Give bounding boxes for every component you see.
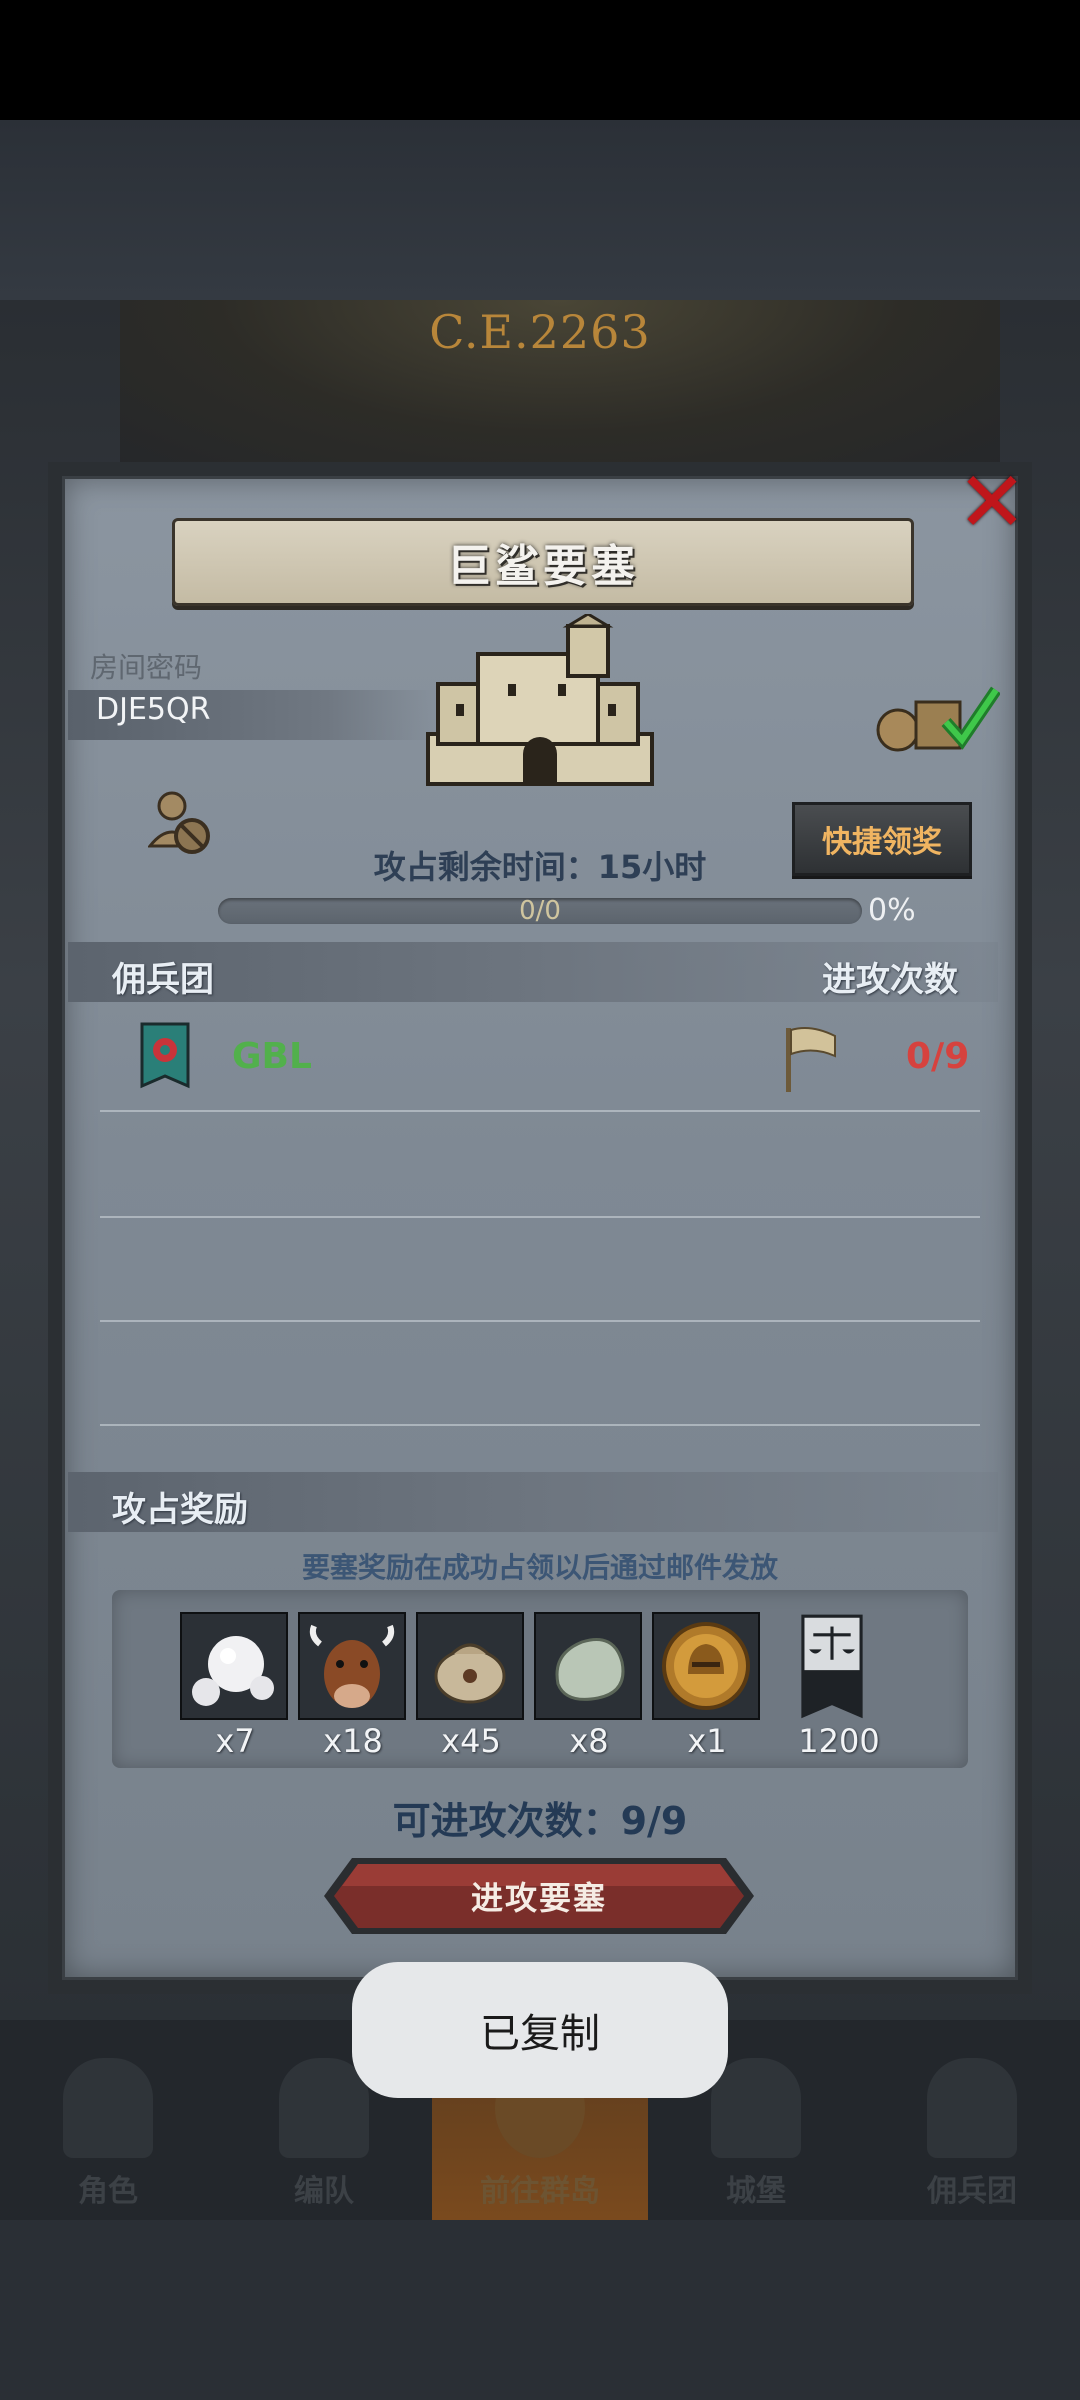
dialog-title: 巨鲨要塞 <box>447 541 639 592</box>
room-code[interactable]: DJE5QR <box>96 692 210 727</box>
bottom-background <box>0 2220 1080 2400</box>
reward-note: 要塞奖励在成功占领以后通过邮件发放 <box>301 1551 778 1584</box>
cow-icon <box>300 1614 404 1718</box>
justice-banner-icon <box>801 1614 863 1719</box>
reward-item-sack[interactable] <box>416 1612 524 1720</box>
pearl-icon <box>182 1614 286 1718</box>
nav-label: 佣兵团 <box>927 2174 1017 2209</box>
nav-label: 前往群岛 <box>480 2174 600 2209</box>
row-divider <box>100 1110 980 1112</box>
nav-item-guild[interactable]: 佣兵团 <box>864 2020 1080 2220</box>
castle-icon <box>711 2058 801 2158</box>
close-button[interactable]: ✕ <box>950 460 1034 544</box>
room-password-label: 房间密码 <box>90 651 203 684</box>
sack-check-icon <box>876 686 1000 752</box>
remaining-time: 攻占剩余时间：15小时 <box>373 848 707 886</box>
row-divider <box>100 1216 980 1218</box>
mercenary-icon <box>927 2058 1017 2158</box>
dialog-title-banner: 巨鲨要塞 <box>172 518 914 606</box>
reward-item-cow[interactable] <box>298 1612 406 1720</box>
helmet-icon <box>279 2058 369 2158</box>
reward-qty: x18 <box>323 1722 383 1760</box>
guild-banner-icon <box>140 1022 190 1089</box>
attack-fortress-label[interactable]: 进攻要塞 <box>322 1856 756 1936</box>
reward-qty: x7 <box>215 1722 255 1760</box>
nav-label: 城堡 <box>726 2174 786 2209</box>
row-divider <box>100 1424 980 1426</box>
flag-icon <box>786 1027 836 1092</box>
background-upper <box>0 120 1080 300</box>
reward-header: 攻占奖励 <box>112 1490 248 1530</box>
castle-icon <box>426 614 654 786</box>
guild-header: 佣兵团 <box>112 960 214 1000</box>
sack-icon <box>418 1614 522 1718</box>
progress-text: 0/0 <box>519 896 561 926</box>
reward-qty: 1200 <box>798 1722 880 1760</box>
attack-count: 0/9 <box>906 1036 970 1077</box>
stone-icon <box>536 1614 640 1718</box>
reward-qty: x1 <box>687 1722 727 1760</box>
status-bar <box>0 0 1080 120</box>
reward-qty: x8 <box>569 1722 609 1760</box>
copied-toast: 已复制 <box>352 1962 728 2098</box>
row-divider <box>100 1320 980 1322</box>
progress-percent: 0% <box>868 893 916 928</box>
nav-label: 角色 <box>78 2174 138 2209</box>
guild-name[interactable]: GBL <box>232 1036 312 1077</box>
reward-item-stone[interactable] <box>534 1612 642 1720</box>
helmet-coin-icon <box>654 1614 758 1718</box>
attempts-remaining: 可进攻次数：9/9 <box>392 1799 688 1843</box>
attacks-header: 进攻次数 <box>822 960 958 1000</box>
year-label: C.E.2263 <box>429 305 651 359</box>
reward-item-helmet-coin[interactable] <box>652 1612 760 1720</box>
close-icon: ✕ <box>956 453 1028 551</box>
reward-qty: x45 <box>441 1722 501 1760</box>
nav-label: 编队 <box>294 2174 354 2209</box>
reward-item-banner[interactable] <box>778 1612 886 1720</box>
progress-bar: 0/0 <box>218 898 862 924</box>
knight-icon <box>63 2058 153 2158</box>
reward-item-pearl[interactable] <box>180 1612 288 1720</box>
nav-item-character[interactable]: 角色 <box>0 2020 216 2220</box>
